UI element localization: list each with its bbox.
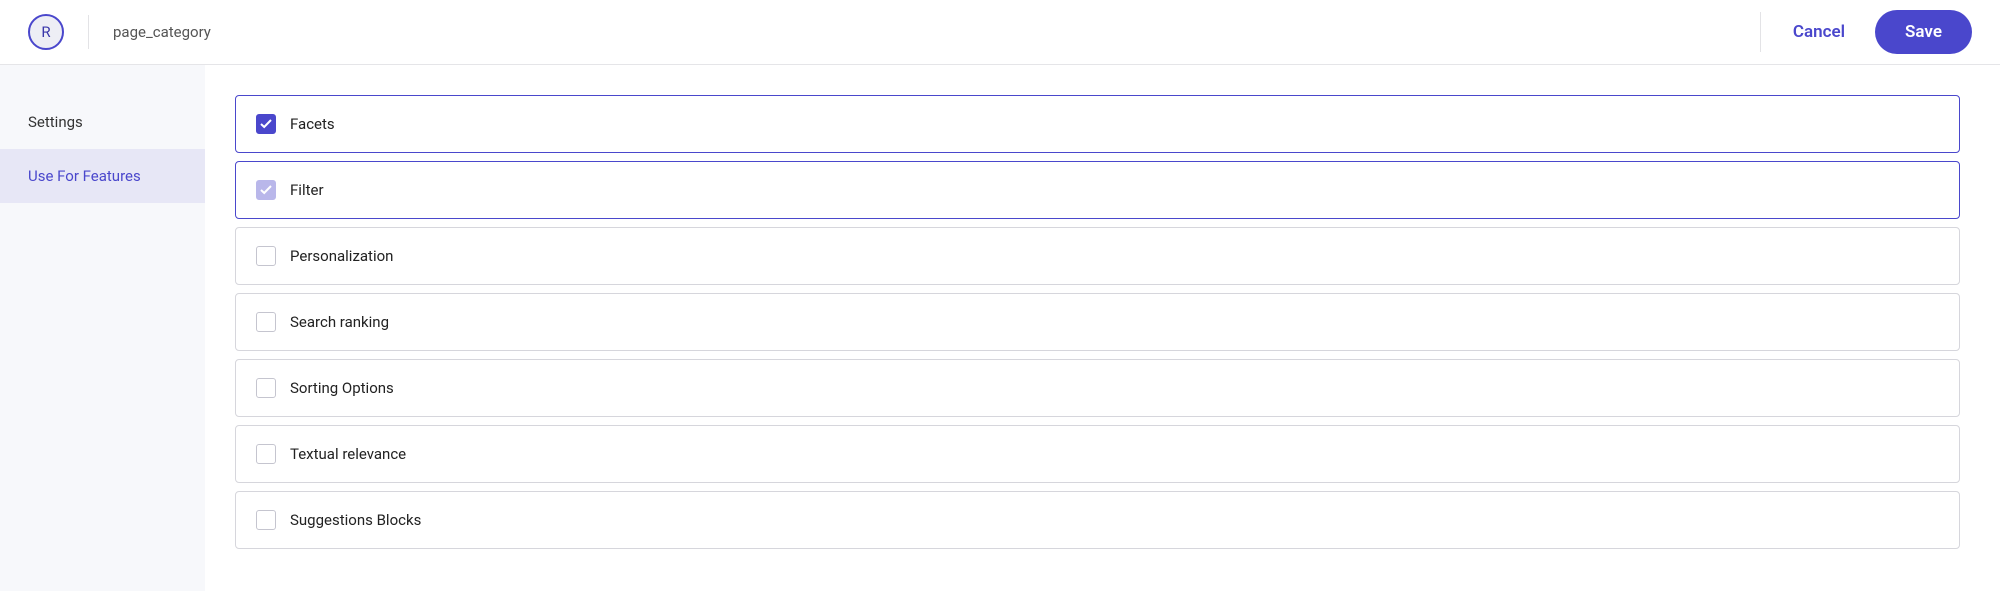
checkbox-textual-relevance[interactable]: [256, 444, 276, 464]
page-title: page_category: [113, 23, 211, 41]
checkbox-suggestions-blocks[interactable]: [256, 510, 276, 530]
feature-label: Textual relevance: [290, 445, 406, 463]
main-content: Facets Filter Personalization Search ran…: [205, 65, 2000, 591]
checkbox-search-ranking[interactable]: [256, 312, 276, 332]
feature-row-sorting-options[interactable]: Sorting Options: [235, 359, 1960, 417]
avatar-letter: R: [41, 23, 50, 41]
feature-row-filter[interactable]: Filter: [235, 161, 1960, 219]
feature-label: Facets: [290, 115, 335, 133]
checkbox-personalization[interactable]: [256, 246, 276, 266]
header-actions: Cancel Save: [1781, 10, 1972, 54]
checkbox-filter[interactable]: [256, 180, 276, 200]
feature-label: Search ranking: [290, 313, 389, 331]
feature-label: Filter: [290, 181, 324, 199]
sidebar: Settings Use For Features: [0, 65, 205, 591]
feature-row-personalization[interactable]: Personalization: [235, 227, 1960, 285]
feature-row-suggestions-blocks[interactable]: Suggestions Blocks: [235, 491, 1960, 549]
check-icon: [260, 119, 272, 129]
sidebar-item-settings[interactable]: Settings: [0, 95, 205, 149]
feature-row-facets[interactable]: Facets: [235, 95, 1960, 153]
checkbox-sorting-options[interactable]: [256, 378, 276, 398]
checkbox-facets[interactable]: [256, 114, 276, 134]
feature-label: Suggestions Blocks: [290, 511, 421, 529]
feature-label: Personalization: [290, 247, 393, 265]
header-actions-divider: [1760, 12, 1761, 52]
header-divider: [88, 15, 89, 49]
cancel-button[interactable]: Cancel: [1781, 14, 1857, 50]
feature-row-search-ranking[interactable]: Search ranking: [235, 293, 1960, 351]
feature-row-textual-relevance[interactable]: Textual relevance: [235, 425, 1960, 483]
header: R page_category Cancel Save: [0, 0, 2000, 65]
feature-label: Sorting Options: [290, 379, 394, 397]
sidebar-item-label: Settings: [28, 113, 83, 131]
sidebar-item-label: Use For Features: [28, 167, 141, 185]
save-button[interactable]: Save: [1875, 10, 1972, 54]
avatar[interactable]: R: [28, 14, 64, 50]
sidebar-item-use-for-features[interactable]: Use For Features: [0, 149, 205, 203]
check-icon: [260, 185, 272, 195]
